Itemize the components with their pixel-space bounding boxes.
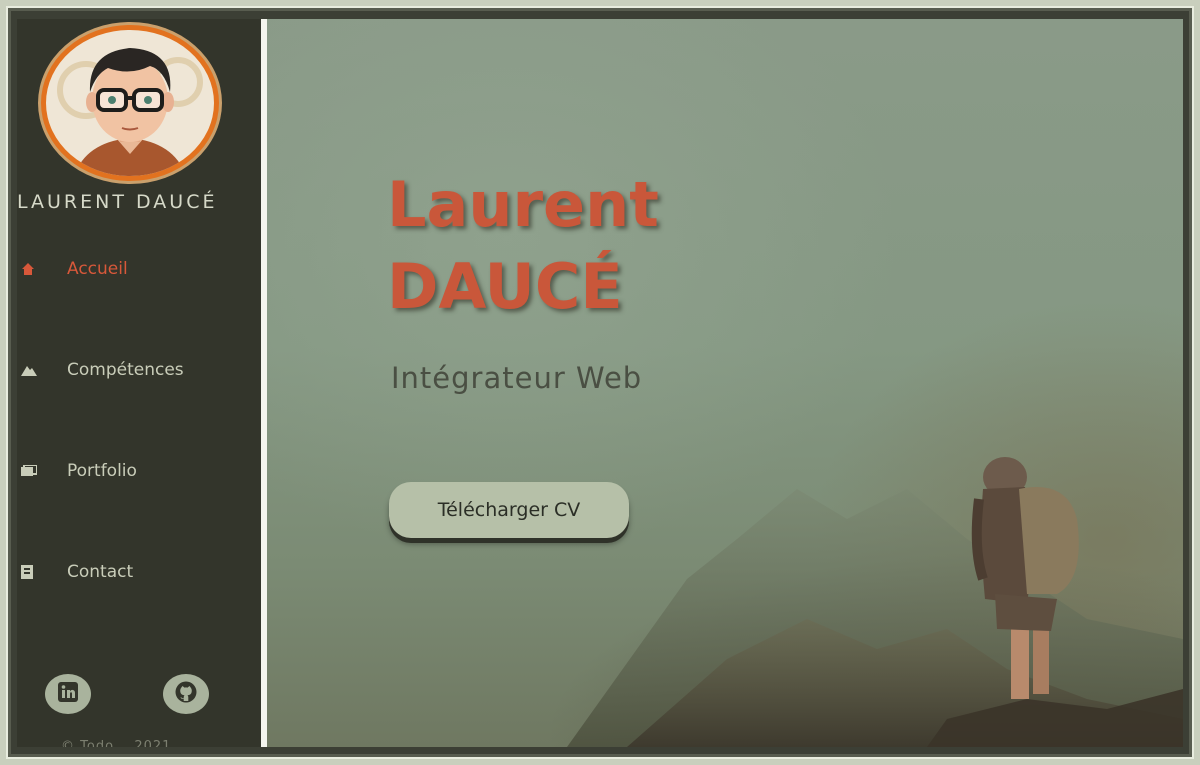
hero-last-name: DAUCÉ [387, 250, 623, 323]
linkedin-icon [58, 682, 78, 706]
sidebar-name: LAURENT DAUCÉ [17, 191, 218, 213]
portfolio-icon [17, 465, 67, 477]
github-button[interactable] [163, 674, 209, 714]
download-cv-button[interactable]: Télécharger CV [389, 482, 629, 538]
hero-title: Laurent DAUCÉ [387, 164, 807, 328]
nav-item-competences[interactable]: Compétences [17, 355, 261, 385]
nav-item-accueil[interactable]: Accueil [17, 254, 261, 284]
nav-item-label: Compétences [67, 360, 184, 380]
copyright: © Todo... 2021 [61, 739, 172, 747]
nav-item-contact[interactable]: Contact [17, 557, 261, 587]
github-icon [175, 681, 197, 707]
nav-item-portfolio[interactable]: Portfolio [17, 456, 261, 486]
mountain-icon [17, 364, 67, 376]
hero-section: Laurent DAUCÉ Intégrateur Web Télécharge… [267, 19, 1183, 747]
hero-role: Intégrateur Web [391, 361, 643, 395]
nav-item-label: Contact [67, 562, 134, 582]
nav-item-label: Portfolio [67, 461, 137, 481]
hero-first-name: Laurent [387, 168, 659, 241]
nav-item-label: Accueil [67, 259, 128, 279]
linkedin-button[interactable] [45, 674, 91, 714]
home-icon [17, 262, 67, 276]
contact-card-icon [17, 565, 67, 579]
sidebar: LAURENT DAUCÉ Accueil Compétences Portfo… [17, 19, 261, 747]
avatar [41, 25, 219, 181]
